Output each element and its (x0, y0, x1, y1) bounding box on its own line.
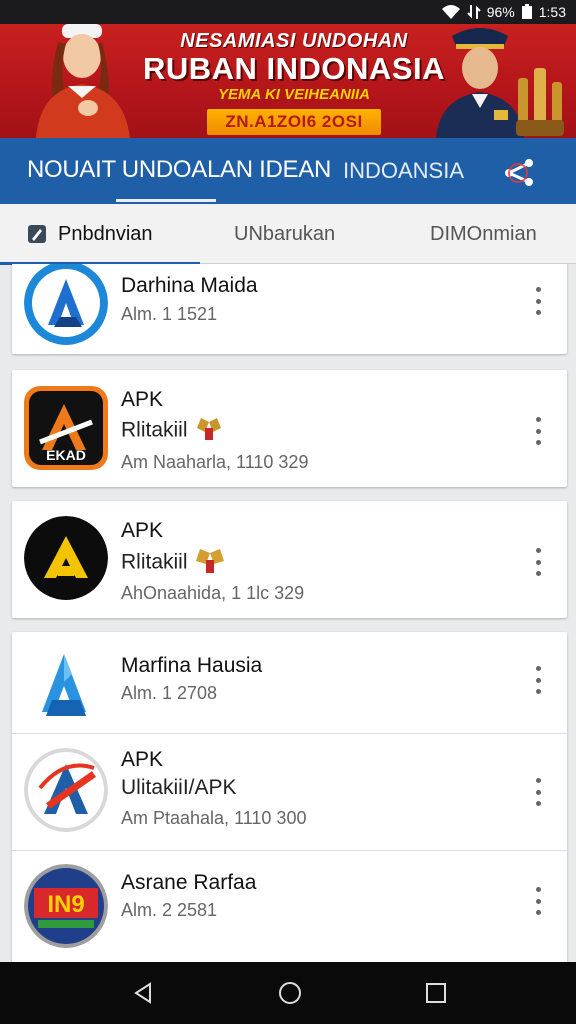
recents-button[interactable] (421, 978, 451, 1008)
banner-tagline: YEMA KI VEIHEANIIA (218, 86, 370, 103)
tab-bar: Pnbdnvian UNbarukan DIMOnmian (0, 204, 576, 265)
more-vert-icon[interactable] (530, 887, 546, 915)
more-vert-icon[interactable] (530, 548, 546, 576)
app-logo-icon: IN9 (24, 864, 108, 948)
list-item[interactable]: Marfina Hausia Alm. 1 2708 (12, 632, 567, 732)
data-icon (467, 4, 481, 20)
promo-banner[interactable]: NESAMIASI UNDOHAN RUBAN INDONASIA YEMA K… (0, 24, 576, 138)
share-icon (505, 159, 533, 186)
app-bar-title: NOUAIT UNDOALAN IDEAN (27, 156, 331, 183)
tab-dimonmian[interactable]: DIMOnmian (430, 204, 537, 264)
status-bar: 96% 1:53 (0, 0, 576, 24)
app-subtitle-text: Rlitakiil (121, 550, 188, 574)
app-name: APK (121, 388, 164, 411)
wifi-icon (441, 4, 461, 20)
app-meta: Am Ptaahala, 1110 300 (121, 808, 307, 828)
app-subtitle: Rlitakiil (121, 418, 223, 444)
app-name: APK (121, 748, 164, 771)
app-subtitle: Rlitakiil (121, 549, 225, 577)
woman-figure-image (36, 24, 130, 138)
share-button[interactable] (500, 152, 540, 192)
more-vert-icon[interactable] (530, 666, 546, 694)
app-bar-subtitle[interactable]: INDOANSIA (343, 158, 464, 184)
banner-text: NESAMIASI UNDOHAN RUBAN INDONASIA YEMA K… (134, 24, 454, 135)
app-logo-icon (24, 264, 108, 345)
recents-icon (426, 983, 446, 1003)
list-item[interactable]: APK Rlitakiil AhOnaahida, 1 1lc 329 (12, 501, 567, 618)
app-list-group: Marfina Hausia Alm. 1 2708 APK UlitakiiI… (12, 632, 567, 962)
list-item[interactable]: Darhina Maida Alm. 1 1521 (12, 264, 567, 354)
list-item[interactable]: IN9 Asrane Rarfaa Alm. 2 2581 (12, 851, 567, 962)
battery-icon (521, 4, 533, 20)
trophy-icon (516, 68, 564, 136)
banner-headline: RUBAN INDONASIA (143, 51, 445, 86)
more-vert-icon[interactable] (530, 417, 546, 445)
app-subtitle-text: Rlitakiil (121, 418, 188, 442)
app-logo-icon (24, 516, 108, 600)
tab-pnbdnvian[interactable]: Pnbdnvian (26, 204, 153, 264)
list-item[interactable]: APK UlitakiiI/APK Am Ptaahala, 1110 300 (12, 734, 567, 850)
app-bar: NOUAIT UNDOALAN IDEAN INDOANSIA (0, 138, 576, 204)
app-meta: Alm. 1 1521 (121, 304, 218, 324)
back-icon (134, 982, 151, 1004)
app-logo-icon (24, 748, 108, 832)
home-icon (279, 982, 301, 1004)
back-button[interactable] (128, 978, 158, 1008)
banner-headline-top: NESAMIASI UNDOHAN (180, 30, 408, 52)
app-list[interactable]: Darhina Maida Alm. 1 1521 EKAD APK Rlita… (0, 264, 576, 962)
tab-unbarukan[interactable]: UNbarukan (234, 204, 335, 264)
app-name: Darhina Maida (121, 274, 258, 297)
app-meta: Alm. 1 2708 (121, 683, 218, 703)
app-meta: AhOnaahida, 1 1lc 329 (121, 583, 305, 603)
app-logo-icon: EKAD (24, 386, 108, 470)
app-name: APK (121, 519, 164, 542)
svg-text:IN9: IN9 (47, 891, 84, 918)
home-button[interactable] (275, 978, 305, 1008)
app-subtitle: UlitakiiI/APK (121, 776, 237, 799)
edit-icon (26, 223, 48, 245)
more-vert-icon[interactable] (530, 287, 546, 315)
clock: 1:53 (538, 4, 566, 20)
app-meta: Alm. 2 2581 (121, 900, 218, 920)
tab-label: DIMOnmian (430, 222, 537, 245)
battery-percent: 96% (486, 4, 515, 20)
more-vert-icon[interactable] (530, 778, 546, 806)
tab-label: Pnbdnvian (58, 222, 153, 245)
app-logo-icon (24, 642, 108, 726)
app-meta: Am Naaharla, 1110 329 (121, 452, 309, 472)
system-nav-bar (0, 962, 576, 1024)
garuda-emblem-icon (196, 549, 225, 573)
banner-date-pill: ZN.A1ZOI6 2OSI (207, 109, 381, 135)
tab-label: UNbarukan (234, 222, 336, 245)
svg-text:EKAD: EKAD (46, 447, 86, 463)
app-name: Marfina Hausia (121, 654, 263, 677)
garuda-emblem-icon (197, 418, 222, 440)
list-item[interactable]: EKAD APK Rlitakiil Am Naaharla, 1110 329 (12, 370, 567, 487)
title-underline (116, 199, 216, 202)
app-name: Asrane Rarfaa (121, 871, 257, 894)
